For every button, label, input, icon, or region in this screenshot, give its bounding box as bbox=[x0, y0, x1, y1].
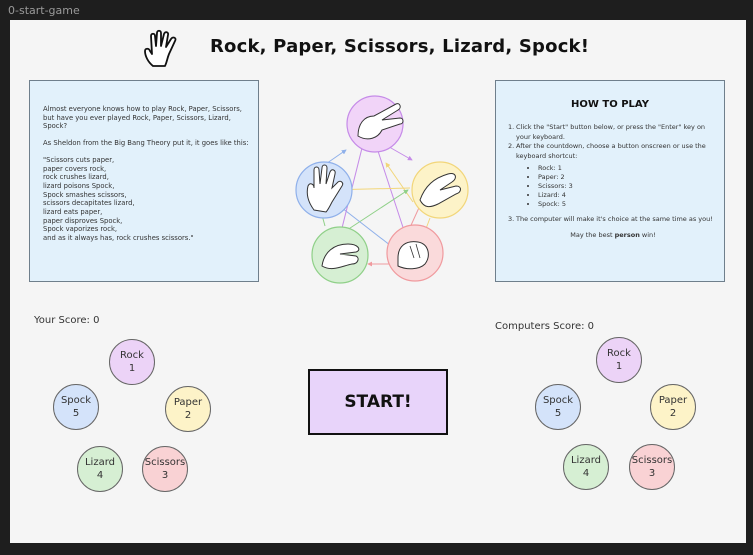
player-scissors-button[interactable]: Scissors 3 bbox=[142, 446, 188, 492]
player-rock-button[interactable]: Rock 1 bbox=[109, 339, 155, 385]
choice-key: 4 bbox=[582, 468, 590, 479]
choice-label: Scissors bbox=[631, 455, 673, 466]
rock-node bbox=[386, 224, 444, 282]
choice-key: 5 bbox=[554, 408, 562, 419]
choice-label: Paper bbox=[173, 397, 203, 408]
how-to-play-text: 1. Click the "Start" button below, or pr… bbox=[508, 123, 718, 240]
page-title: Rock, Paper, Scissors, Lizard, Spock! bbox=[210, 36, 590, 57]
intro-paragraph: As Sheldon from the Big Bang Theory put … bbox=[43, 139, 249, 148]
keyboard-shortcuts: Rock: 1 Paper: 2 Scissors: 3 Lizard: 4 S… bbox=[508, 164, 718, 209]
intro-paragraph: Almost everyone knows how to play Rock, … bbox=[43, 105, 242, 131]
shortcut-item: Spock: 5 bbox=[538, 200, 718, 209]
shortcut-item: Scissors: 3 bbox=[538, 182, 718, 191]
sheldon-quote: "Scissors cuts paper, paper covers rock,… bbox=[43, 156, 253, 243]
choice-label: Spock bbox=[60, 395, 92, 406]
start-button[interactable]: START! bbox=[308, 369, 448, 435]
rules-diagram bbox=[295, 95, 469, 284]
choice-label: Rock bbox=[607, 348, 631, 359]
computer-rock-button: Rock 1 bbox=[596, 337, 642, 383]
how-to-step-text: The computer will make it's choice at th… bbox=[516, 215, 713, 223]
choice-key: 3 bbox=[161, 470, 169, 481]
choice-key: 1 bbox=[128, 363, 136, 374]
choice-key: 3 bbox=[648, 468, 656, 479]
quote-line: lizard poisons Spock, bbox=[43, 181, 115, 190]
how-to-step: 3. The computer will make it's choice at… bbox=[508, 215, 713, 223]
computer-paper-button: Paper 2 bbox=[650, 384, 696, 430]
spock-node bbox=[295, 161, 353, 219]
choice-label: Paper bbox=[658, 395, 688, 406]
quote-line: Spock smashes scissors, bbox=[43, 190, 127, 199]
choice-key: 2 bbox=[184, 410, 192, 421]
how-to-play-title: HOW TO PLAY bbox=[571, 99, 649, 110]
quote-line: and as it always has, rock crushes sciss… bbox=[43, 234, 194, 243]
choice-key: 5 bbox=[72, 408, 80, 419]
computer-scissors-button: Scissors 3 bbox=[629, 444, 675, 490]
quote-line: rock crushes lizard, bbox=[43, 173, 109, 182]
player-paper-button[interactable]: Paper 2 bbox=[165, 386, 211, 432]
quote-line: "Scissors cuts paper, bbox=[43, 155, 115, 164]
choice-key: 4 bbox=[96, 470, 104, 481]
quote-line: paper covers rock, bbox=[43, 164, 107, 173]
quote-line: scissors decapitates lizard, bbox=[43, 199, 135, 208]
how-to-step-text: Click the "Start" button below, or press… bbox=[516, 123, 706, 141]
choice-label: Rock bbox=[120, 350, 144, 361]
how-to-step: 2. After the countdown, choose a button … bbox=[508, 142, 718, 161]
lizard-node bbox=[311, 226, 369, 284]
scissors-node bbox=[346, 95, 404, 153]
shortcut-item: Rock: 1 bbox=[538, 164, 718, 173]
quote-line: Spock vaporizes rock, bbox=[43, 225, 118, 234]
choice-label: Spock bbox=[542, 395, 574, 406]
choice-label: Lizard bbox=[84, 457, 115, 468]
quote-line: paper disproves Spock, bbox=[43, 216, 123, 225]
intro-panel: Almost everyone knows how to play Rock, … bbox=[29, 80, 259, 282]
frame-label: 0-start-game bbox=[8, 4, 80, 17]
choice-key: 1 bbox=[615, 361, 623, 372]
choice-label: Lizard bbox=[570, 455, 601, 466]
how-to-step-text: After the countdown, choose a button ons… bbox=[516, 142, 706, 160]
intro-text: Almost everyone knows how to play Rock, … bbox=[43, 105, 253, 243]
vulcan-salute-icon bbox=[144, 29, 177, 67]
computer-spock-button: Spock 5 bbox=[535, 384, 581, 430]
choice-label: Scissors bbox=[144, 457, 186, 468]
computer-score: Computers Score: 0 bbox=[495, 321, 595, 332]
shortcut-item: Paper: 2 bbox=[538, 173, 718, 182]
computer-lizard-button: Lizard 4 bbox=[563, 444, 609, 490]
good-luck-message: May the best person win! bbox=[570, 230, 656, 239]
player-score: Your Score: 0 bbox=[34, 315, 100, 326]
shortcut-item: Lizard: 4 bbox=[538, 191, 718, 200]
choice-key: 2 bbox=[669, 408, 677, 419]
player-lizard-button[interactable]: Lizard 4 bbox=[77, 446, 123, 492]
game-canvas: Rock, Paper, Scissors, Lizard, Spock! Al… bbox=[10, 20, 746, 543]
quote-line: lizard eats paper, bbox=[43, 208, 103, 217]
how-to-play-panel: HOW TO PLAY 1. Click the "Start" button … bbox=[495, 80, 725, 282]
paper-node bbox=[411, 161, 469, 219]
how-to-step: 1. Click the "Start" button below, or pr… bbox=[508, 123, 718, 142]
player-spock-button[interactable]: Spock 5 bbox=[53, 384, 99, 430]
